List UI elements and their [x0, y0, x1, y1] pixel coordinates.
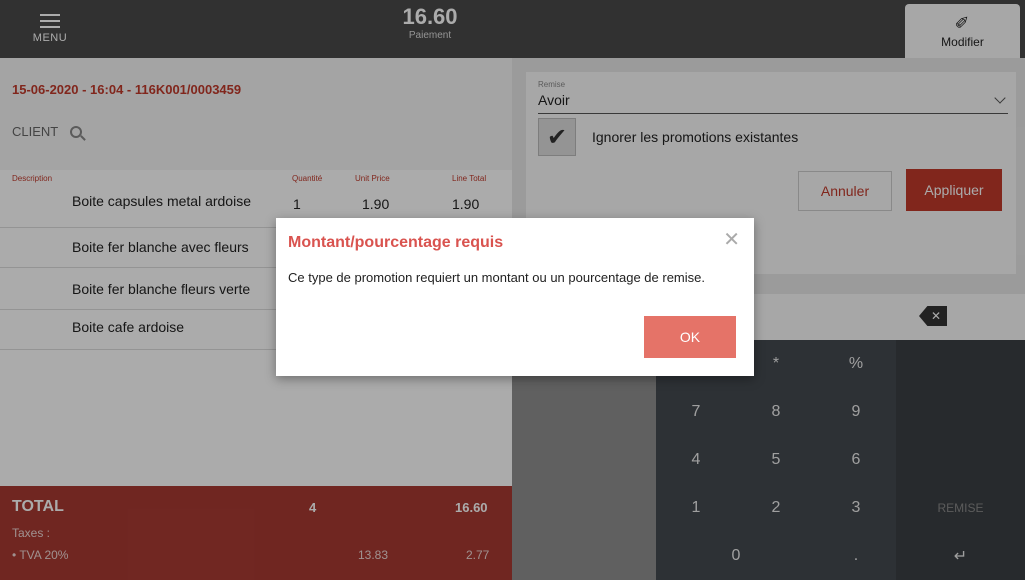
close-icon[interactable]: ✕ — [723, 230, 740, 250]
dialog-message: Ce type de promotion requiert un montant… — [288, 270, 705, 285]
ok-button[interactable]: OK — [644, 316, 736, 358]
dialog-title: Montant/pourcentage requis — [288, 234, 504, 251]
alert-dialog: Montant/pourcentage requis ✕ Ce type de … — [276, 218, 754, 376]
